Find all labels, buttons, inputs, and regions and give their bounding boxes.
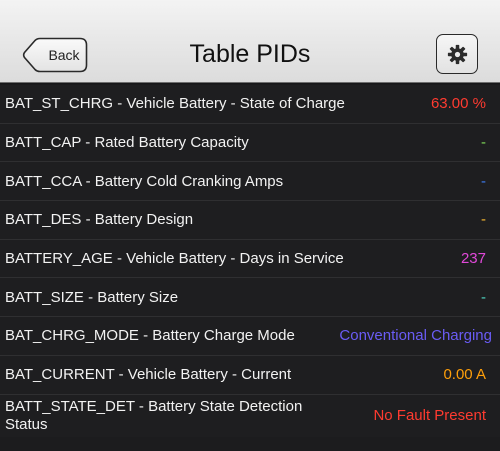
pid-value: 237 <box>460 250 486 268</box>
pid-label: BATT_CAP - Rated Battery Capacity <box>5 134 249 152</box>
pid-label: BATT_DES - Battery Design <box>5 211 194 229</box>
table-row[interactable]: BATT_DES - Battery Design - <box>0 201 500 240</box>
pid-label: BATT_SIZE - Battery Size <box>5 288 179 306</box>
settings-button[interactable] <box>436 34 478 74</box>
table-row[interactable]: BAT_ST_CHRG - Vehicle Battery - State of… <box>0 85 500 124</box>
pid-label: BATTERY_AGE - Vehicle Battery - Days in … <box>5 250 344 268</box>
pid-value: Conventional Charging <box>339 327 492 345</box>
pid-value: 0.00 A <box>443 366 486 384</box>
pid-label: BATT_STATE_DET - Battery State Detection… <box>5 397 303 433</box>
navigation-bar: Back Table PIDs <box>0 0 500 85</box>
pid-label: BATT_CCA - Battery Cold Cranking Amps <box>5 172 284 190</box>
table-row[interactable]: BATT_STATE_DET - Battery State Detection… <box>0 394 500 437</box>
table-row[interactable]: BAT_CURRENT - Vehicle Battery - Current … <box>0 355 500 395</box>
pid-value: 63.00 % <box>430 95 486 113</box>
pid-label: BAT_CHRG_MODE - Battery Charge Mode <box>5 327 295 345</box>
table-row[interactable]: BATTERY_AGE - Vehicle Battery - Days in … <box>0 239 500 279</box>
pid-label: BAT_ST_CHRG - Vehicle Battery - State of… <box>5 95 345 113</box>
back-button[interactable]: Back <box>22 37 88 73</box>
pid-value: - <box>481 172 486 190</box>
page-title: Table PIDs <box>189 40 311 68</box>
pid-table: BAT_ST_CHRG - Vehicle Battery - State of… <box>0 85 500 437</box>
table-row[interactable]: BATT_CAP - Rated Battery Capacity - <box>0 123 500 163</box>
table-row[interactable]: BATT_SIZE - Battery Size - <box>0 278 500 318</box>
pid-label: BAT_CURRENT - Vehicle Battery - Current <box>5 366 292 384</box>
pid-value: - <box>481 288 486 306</box>
pid-value: - <box>481 134 486 152</box>
pid-value: No Fault Present <box>373 407 486 424</box>
table-row[interactable]: BAT_CHRG_MODE - Battery Charge Mode Conv… <box>0 317 500 356</box>
pid-value: - <box>481 211 486 229</box>
gear-icon <box>447 44 468 65</box>
back-label: Back <box>48 47 80 63</box>
table-row[interactable]: BATT_CCA - Battery Cold Cranking Amps - <box>0 162 500 202</box>
